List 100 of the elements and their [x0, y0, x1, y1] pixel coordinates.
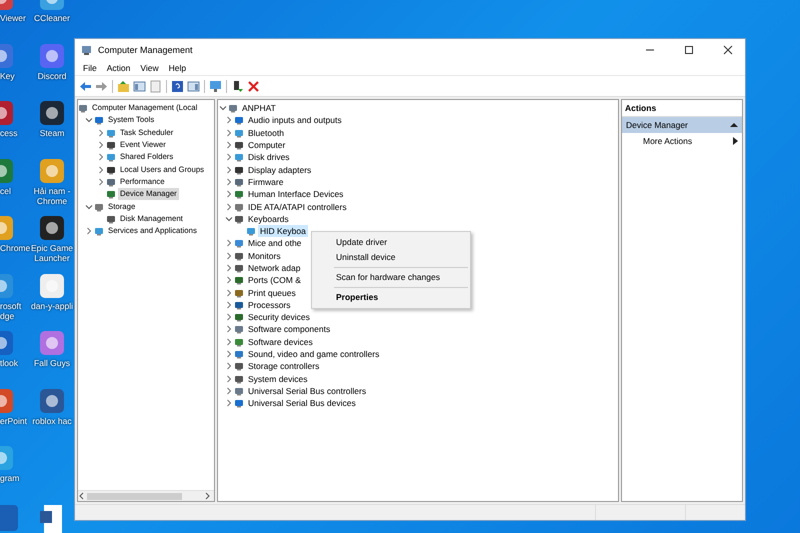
- console-tree-icon[interactable]: [133, 80, 146, 92]
- forward-arrow-icon[interactable]: [95, 80, 108, 92]
- menu-item[interactable]: Update driver: [312, 235, 470, 250]
- collapse-icon[interactable]: [730, 122, 738, 128]
- expand-chevron-icon[interactable]: [224, 288, 234, 298]
- tree-item[interactable]: Storage controllers: [246, 360, 322, 372]
- expand-chevron-icon[interactable]: [224, 275, 234, 286]
- device-icon: [106, 140, 116, 150]
- expand-chevron-icon[interactable]: [224, 300, 234, 310]
- tree-item[interactable]: ANPHAT: [240, 102, 278, 114]
- expand-chevron-icon[interactable]: [224, 361, 234, 372]
- device-icon: [94, 202, 104, 212]
- tree-item[interactable]: System devices: [246, 372, 310, 385]
- device-icon: [94, 115, 104, 126]
- expand-chevron-icon[interactable]: [224, 386, 234, 396]
- tree-item[interactable]: Universal Serial Bus devices: [246, 397, 358, 410]
- expand-chevron-icon[interactable]: [224, 202, 234, 212]
- device-icon: [106, 214, 116, 224]
- expand-chevron-icon[interactable]: [224, 238, 234, 248]
- expand-chevron-icon[interactable]: [224, 398, 234, 408]
- device-icon: [106, 164, 116, 175]
- window-title: Computer Management: [98, 45, 194, 55]
- delete-icon[interactable]: [247, 80, 260, 92]
- app-icon[interactable]: [39, 272, 65, 298]
- app-icon[interactable]: [39, 388, 65, 414]
- expand-chevron-icon[interactable]: [96, 140, 106, 150]
- document-icon[interactable]: [40, 505, 64, 533]
- expand-chevron-icon[interactable]: [224, 189, 234, 200]
- menu-item[interactable]: Scan for hardware changes: [312, 270, 470, 285]
- device-icon: [106, 176, 116, 187]
- tree-item[interactable]: Security devices: [246, 311, 312, 324]
- tree-item[interactable]: Ports (COM &: [246, 274, 303, 286]
- expand-chevron-icon[interactable]: [224, 128, 234, 138]
- expand-chevron-icon[interactable]: [224, 263, 234, 273]
- help-icon[interactable]: [171, 80, 184, 92]
- expand-chevron-icon[interactable]: [224, 374, 234, 384]
- expand-chevron-icon[interactable]: [224, 164, 234, 175]
- expand-chevron-icon[interactable]: [224, 349, 234, 360]
- tree-item[interactable]: Display adapters: [246, 164, 314, 176]
- expand-chevron-icon[interactable]: [224, 176, 234, 187]
- desktop-icon-label: roblox hac: [32, 416, 72, 426]
- action-link[interactable]: More Actions: [643, 136, 692, 146]
- expand-chevron-icon[interactable]: [96, 176, 106, 187]
- menu-item[interactable]: Help: [164, 61, 190, 75]
- expand-chevron-icon[interactable]: [96, 152, 106, 162]
- monitor-icon[interactable]: [209, 80, 222, 92]
- scroll-right-icon[interactable]: [205, 492, 211, 500]
- tree-item[interactable]: Disk drives: [246, 151, 292, 164]
- tree-item[interactable]: Mice and othe: [246, 237, 304, 250]
- tree-item[interactable]: Print queues: [246, 286, 298, 299]
- expand-chevron-icon[interactable]: [224, 152, 234, 162]
- expand-chevron-icon[interactable]: [96, 128, 106, 138]
- tree-item[interactable]: Human Interface Devices: [246, 188, 346, 200]
- desktop-icon-label: Fall Guys: [34, 358, 70, 368]
- app-icon[interactable]: [39, 100, 65, 126]
- tree-item[interactable]: HID Keyboa: [258, 225, 308, 238]
- tree-item[interactable]: Sound, video and game controllers: [246, 348, 382, 360]
- tree-item[interactable]: IDE ATA/ATAPI controllers: [246, 200, 349, 213]
- expand-chevron-icon[interactable]: [224, 250, 234, 261]
- show-pane-icon[interactable]: [187, 80, 200, 92]
- scroll-left-icon[interactable]: [78, 492, 84, 500]
- tree-item[interactable]: Software devices: [246, 336, 315, 348]
- actions-section[interactable]: Device Manager: [622, 117, 742, 133]
- app-icon: [81, 44, 93, 56]
- menu-item[interactable]: View: [136, 61, 163, 75]
- back-arrow-icon[interactable]: [79, 80, 92, 92]
- expand-chevron-icon[interactable]: [84, 226, 94, 236]
- tree-item[interactable]: Computer: [246, 139, 288, 152]
- menu-item[interactable]: Action: [102, 61, 134, 75]
- desktop-icon-label: erPoint: [0, 416, 28, 426]
- tree-item[interactable]: Processors: [246, 298, 293, 311]
- device-enable-icon[interactable]: [231, 80, 244, 92]
- expand-chevron-icon[interactable]: [224, 115, 234, 126]
- menu-item[interactable]: Properties: [312, 290, 470, 305]
- desktop-icon-label: CCleaner: [34, 13, 70, 23]
- app-icon[interactable]: [39, 215, 65, 241]
- tree-item[interactable]: Audio inputs and outputs: [246, 114, 344, 126]
- expand-chevron-icon[interactable]: [224, 336, 234, 347]
- expand-chevron-icon[interactable]: [96, 164, 106, 175]
- app-icon[interactable]: [39, 158, 65, 184]
- tree-item[interactable]: Monitors: [246, 250, 283, 262]
- scrollbar-thumb[interactable]: [87, 492, 182, 500]
- device-icon: [234, 164, 244, 175]
- export-list-icon[interactable]: [149, 80, 162, 92]
- section-title: Device Manager: [626, 120, 688, 130]
- expand-chevron-icon[interactable]: [224, 140, 234, 150]
- folder-up-icon[interactable]: [117, 80, 130, 92]
- menu-item[interactable]: Uninstall device: [312, 250, 470, 265]
- tree-item[interactable]: Software components: [246, 323, 332, 336]
- expand-chevron-icon[interactable]: [224, 312, 234, 322]
- tree-item[interactable]: Network adap: [246, 262, 302, 274]
- device-icon: [234, 189, 244, 200]
- tree-item[interactable]: Bluetooth: [246, 126, 286, 139]
- tree-item[interactable]: Keyboards: [246, 212, 291, 225]
- tree-item[interactable]: Firmware: [246, 176, 286, 188]
- menu-item[interactable]: File: [79, 61, 101, 75]
- tree-item[interactable]: Universal Serial Bus controllers: [246, 384, 368, 397]
- device-icon: [106, 128, 116, 138]
- expand-chevron-icon[interactable]: [224, 324, 234, 334]
- device-icon: [228, 103, 238, 114]
